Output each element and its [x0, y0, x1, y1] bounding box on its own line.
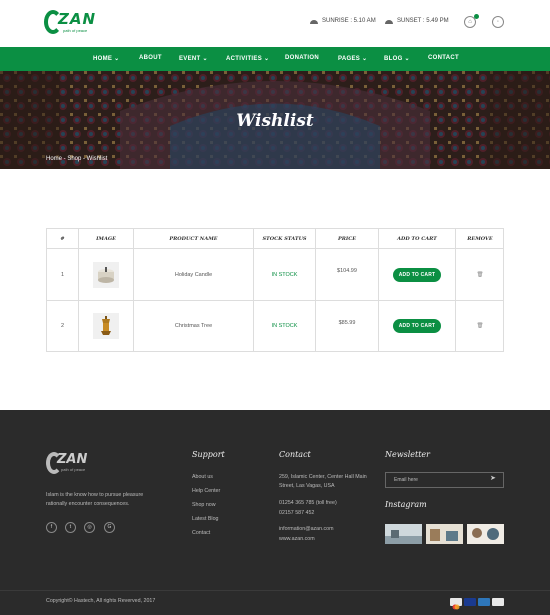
- twitter-button[interactable]: t: [65, 522, 76, 533]
- card-icon: [492, 598, 504, 606]
- visa-icon: [464, 598, 476, 606]
- facebook-button[interactable]: f: [46, 522, 57, 533]
- instagram-icon: ◎: [87, 524, 92, 530]
- newsletter-email-input[interactable]: Email here: [385, 472, 504, 488]
- candle-image-icon: [98, 267, 114, 283]
- cart-button[interactable]: ⌂: [464, 14, 479, 28]
- nav-activities[interactable]: ACTIVITIES ⌄: [226, 55, 269, 62]
- twitter-icon: t: [69, 524, 72, 530]
- footer-logo-tagline: path of peace: [61, 467, 86, 472]
- row-2-cart-cell: ADD TO CART: [379, 301, 456, 352]
- page-banner: Wishlist Home - Shop - Wishlist: [0, 71, 550, 169]
- row-1-remove-button[interactable]: 🗑: [456, 249, 504, 301]
- row-2-stock-status: IN STOCK: [254, 301, 316, 352]
- support-heading: Support: [192, 450, 225, 459]
- sunrise-icon: [310, 18, 318, 24]
- sunset-info: SUNSET : 5.49 PM: [385, 18, 449, 24]
- nav-home[interactable]: HOME ⌄: [93, 55, 120, 62]
- facebook-icon: f: [50, 524, 53, 530]
- contact-website[interactable]: www.azan.com: [279, 535, 315, 544]
- account-button[interactable]: ◦: [492, 16, 504, 28]
- nav-pages[interactable]: PAGES ⌄: [338, 55, 367, 62]
- sunset-icon: [385, 18, 393, 24]
- instagram-photo-1[interactable]: [385, 524, 422, 544]
- contact-address: 259, Islamic Center, Center Hall Main St…: [279, 474, 367, 489]
- logo-text: ZAN: [58, 10, 97, 28]
- trash-icon: 🗑: [476, 272, 484, 278]
- row-1-price: $104.99: [316, 249, 379, 301]
- row-1-number: 1: [47, 249, 79, 301]
- row-1-image-cell: [79, 249, 134, 301]
- contact-heading: Contact: [279, 450, 311, 459]
- page: ZAN path of peace SUNRISE : 5.10 AM SUNS…: [0, 0, 550, 615]
- instagram-heading: Instagram: [385, 500, 427, 509]
- user-icon: ◦: [496, 19, 500, 25]
- nav-about[interactable]: ABOUT: [139, 55, 162, 61]
- product-image-candle[interactable]: [93, 262, 119, 288]
- row-2-remove-button[interactable]: 🗑: [456, 301, 504, 352]
- lantern-image-icon: [101, 316, 111, 335]
- row-1-add-to-cart-button[interactable]: ADD TO CART: [393, 268, 441, 282]
- row-1-product-name[interactable]: Holiday Candle: [134, 249, 254, 301]
- footer-logo[interactable]: ZAN path of peace: [46, 450, 96, 478]
- top-bar: ZAN path of peace SUNRISE : 5.10 AM SUNS…: [0, 0, 550, 47]
- trash-icon: 🗑: [476, 323, 484, 329]
- amex-icon: [478, 598, 490, 606]
- support-link-contact[interactable]: Contact: [192, 529, 210, 538]
- support-link-help[interactable]: Help Center: [192, 487, 220, 496]
- mastercard-icon: [450, 598, 462, 610]
- support-link-shop[interactable]: Shop now: [192, 501, 216, 510]
- logo-tagline: path of peace: [63, 28, 88, 33]
- newsletter-heading: Newsletter: [385, 450, 430, 459]
- instagram-button[interactable]: ◎: [84, 522, 95, 533]
- col-header-remove: REMOVE: [456, 229, 504, 249]
- sunrise-text: SUNRISE : 5.10 AM: [322, 18, 376, 24]
- support-link-blog[interactable]: Latest Blog: [192, 515, 219, 524]
- row-2-number: 2: [47, 301, 79, 352]
- nav-contact[interactable]: CONTACT: [428, 55, 459, 61]
- row-2-price: $85.99: [316, 301, 379, 352]
- copyright-text: Copyright© Hastech, All rights Reverved,…: [46, 598, 156, 604]
- footer-logo-text: ZAN: [57, 452, 88, 467]
- footer-about-text: Islam is the know how to pursue pleasure…: [46, 492, 144, 507]
- support-link-about[interactable]: About us: [192, 473, 213, 482]
- logo[interactable]: ZAN path of peace: [44, 8, 104, 38]
- nav-event[interactable]: EVENT ⌄: [179, 55, 208, 62]
- instagram-photo-2[interactable]: [426, 524, 463, 544]
- col-header-product-name: PRODUCT NAME: [134, 229, 254, 249]
- col-header-stock-status: STOCK STATUS: [254, 229, 316, 249]
- col-header-add-to-cart: ADD TO CART: [379, 229, 456, 249]
- cart-badge: [474, 14, 479, 19]
- cart-icon: ⌂: [468, 19, 472, 25]
- main-nav: HOME ⌄ ABOUT EVENT ⌄ ACTIVITIES ⌄ DONATI…: [0, 47, 550, 71]
- row-1-stock-status: IN STOCK: [254, 249, 316, 301]
- breadcrumb[interactable]: Home - Shop - Wishlist: [46, 156, 107, 162]
- sunset-text: SUNSET : 5.49 PM: [397, 18, 449, 24]
- row-2-add-to-cart-button[interactable]: ADD TO CART: [393, 319, 441, 333]
- contact-phone-1: 01254 365 785 (toll free): [279, 500, 337, 506]
- send-icon[interactable]: ➤: [490, 474, 496, 482]
- sunrise-info: SUNRISE : 5.10 AM: [310, 18, 376, 24]
- col-header-image: IMAGE: [79, 229, 134, 249]
- row-1-cart-cell: ADD TO CART: [379, 249, 456, 301]
- nav-donation[interactable]: DONATION: [285, 55, 319, 61]
- page-title: Wishlist: [236, 111, 314, 131]
- col-header-price: PRICE: [316, 229, 379, 249]
- google-plus-button[interactable]: G: [104, 522, 115, 533]
- contact-email[interactable]: information@azan.com: [279, 525, 334, 534]
- contact-phone-2: 02157 587 452: [279, 510, 315, 516]
- row-2-image-cell: [79, 301, 134, 352]
- nav-blog[interactable]: BLOG ⌄: [384, 55, 410, 62]
- row-2-product-name[interactable]: Christmas Tree: [134, 301, 254, 352]
- google-plus-icon: G: [107, 524, 112, 530]
- product-image-tree[interactable]: [93, 313, 119, 339]
- col-header-number: #: [47, 229, 79, 249]
- instagram-photo-3[interactable]: [467, 524, 504, 544]
- wishlist-table: # IMAGE PRODUCT NAME STOCK STATUS PRICE …: [46, 228, 504, 352]
- footer: [0, 410, 550, 615]
